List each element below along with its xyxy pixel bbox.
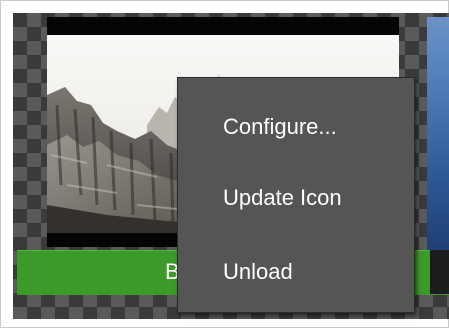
adjacent-tile-image[interactable] — [427, 17, 449, 252]
menu-item-update-icon[interactable]: Update Icon — [178, 169, 414, 227]
context-menu: Configure... Update Icon Unload — [177, 77, 415, 313]
menu-item-unload[interactable]: Unload — [178, 243, 414, 301]
screenshot-frame: B Configure... Update Icon Unload — [0, 0, 449, 328]
adjacent-tile-band — [430, 250, 449, 294]
menu-item-configure[interactable]: Configure... — [178, 98, 414, 156]
